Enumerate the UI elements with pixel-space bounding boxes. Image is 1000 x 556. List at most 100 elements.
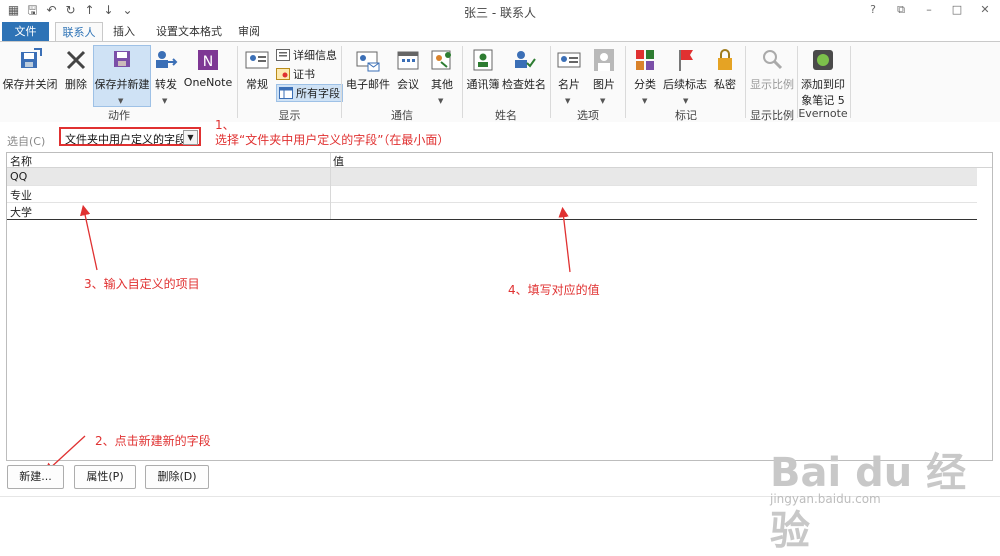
- save-close-label: 保存并关闭: [2, 78, 58, 91]
- more-dropdown-icon[interactable]: ▼: [438, 97, 443, 105]
- check-names-icon: [515, 51, 536, 68]
- group-show-label: 显示: [278, 109, 301, 122]
- meeting-calendar-icon: [397, 51, 419, 70]
- categorize-label: 分类: [634, 78, 656, 91]
- address-book-icon: [473, 49, 493, 71]
- business-card-button[interactable]: 名片: [555, 46, 583, 92]
- address-book-label: 通讯簿: [466, 78, 500, 91]
- evernote-button[interactable]: 添加到印 象笔记 5: [800, 46, 846, 108]
- forward-label: 转发: [155, 78, 177, 91]
- private-button[interactable]: 私密: [710, 46, 740, 92]
- tab-contacts[interactable]: 联系人: [55, 22, 103, 42]
- field-name-cell[interactable]: 专业: [10, 187, 32, 203]
- group-communicate-label: 通信: [391, 109, 413, 122]
- general-button[interactable]: 常规: [242, 46, 272, 92]
- save-close-icon: [21, 48, 42, 68]
- flag-icon: [679, 50, 693, 71]
- follow-up-button[interactable]: 后续标志: [662, 46, 708, 92]
- group-names-label: 姓名: [495, 109, 517, 122]
- save-new-label: 保存并新建: [94, 78, 150, 91]
- column-divider: [330, 153, 331, 220]
- details-icon: [276, 49, 290, 61]
- ribbon-display-button[interactable]: ⧉: [894, 3, 908, 17]
- group-actions-label: 动作: [108, 109, 130, 122]
- picture-button[interactable]: 图片: [589, 46, 619, 92]
- zoom-button[interactable]: 显示比例: [749, 46, 795, 92]
- tab-review[interactable]: 审阅: [234, 22, 264, 41]
- annotation-2: 2、点击新建新的字段: [95, 434, 211, 448]
- evernote-label-1: 添加到印: [801, 78, 845, 91]
- tab-insert[interactable]: 插入: [107, 22, 141, 41]
- tab-format-text[interactable]: 设置文本格式: [149, 22, 229, 41]
- properties-button[interactable]: 属性(P): [74, 465, 136, 489]
- details-button[interactable]: 详细信息: [276, 47, 337, 63]
- more-communicate-icon: [431, 50, 451, 70]
- delete-field-button[interactable]: 删除(D): [145, 465, 209, 489]
- help-button[interactable]: ?: [866, 3, 880, 17]
- onenote-button[interactable]: N OneNote: [183, 46, 233, 89]
- more-label: 其他: [431, 78, 453, 91]
- delete-button[interactable]: 删除: [61, 46, 91, 92]
- check-names-button[interactable]: 检查姓名: [502, 46, 546, 92]
- general-card-icon: [245, 51, 269, 69]
- follow-up-label: 后续标志: [663, 78, 707, 91]
- close-button[interactable]: ✕: [978, 3, 992, 17]
- ribbon-separator: [462, 46, 463, 118]
- minimize-button[interactable]: –: [922, 3, 936, 17]
- business-card-icon: [557, 52, 581, 68]
- lock-icon: [718, 49, 732, 70]
- onenote-icon: N: [198, 50, 218, 70]
- field-set-value: 文件夹中用户定义的字段: [65, 133, 186, 146]
- tab-file[interactable]: 文件: [2, 22, 49, 41]
- maximize-button[interactable]: □: [950, 3, 964, 17]
- table-row[interactable]: QQ: [7, 168, 977, 186]
- picture-dropdown-icon[interactable]: ▼: [600, 97, 605, 105]
- follow-up-dropdown-icon[interactable]: ▼: [683, 97, 688, 105]
- business-card-dropdown-icon[interactable]: ▼: [565, 97, 570, 105]
- more-button[interactable]: 其他: [428, 46, 456, 92]
- chevron-down-icon[interactable]: ▼: [183, 130, 198, 145]
- table-body: QQ 专业 大学: [7, 153, 992, 238]
- check-names-label: 检查姓名: [502, 78, 546, 91]
- group-evernote-label: Evernote: [798, 107, 848, 120]
- column-header-value[interactable]: 值: [333, 153, 344, 169]
- details-label: 详细信息: [293, 49, 337, 62]
- ribbon-separator: [237, 46, 238, 118]
- onenote-label: OneNote: [183, 76, 233, 89]
- save-new-dropdown-icon[interactable]: ▼: [118, 97, 123, 105]
- forward-contact-icon: [156, 51, 178, 68]
- svg-text:N: N: [203, 54, 213, 70]
- group-tags-label: 标记: [675, 109, 697, 122]
- window-controls: ? ⧉ – □ ✕: [866, 3, 992, 17]
- ribbon-tabs: 文件 联系人 插入 设置文本格式 审阅: [0, 22, 1000, 42]
- address-book-button[interactable]: 通讯簿: [466, 46, 500, 92]
- field-name-cell[interactable]: 大学: [10, 204, 32, 220]
- forward-button[interactable]: 转发: [152, 46, 180, 92]
- business-card-label: 名片: [558, 78, 580, 91]
- email-label: 电子邮件: [346, 78, 390, 91]
- categorize-button[interactable]: 分类: [630, 46, 660, 92]
- certificates-button[interactable]: 证书: [276, 66, 315, 82]
- ribbon-separator: [341, 46, 342, 118]
- new-field-button[interactable]: 新建...: [7, 465, 64, 489]
- ribbon: 保存并关闭 删除 保存并新建 ▼ 转发 ▼ N OneNote 动作 常规 详细…: [0, 41, 1000, 123]
- certificates-label: 证书: [293, 68, 315, 81]
- all-fields-button[interactable]: 所有字段: [276, 84, 343, 102]
- forward-dropdown-icon[interactable]: ▼: [162, 97, 167, 105]
- annotation-1-text: 选择“文件夹中用户定义的字段”（在最小面）: [215, 133, 450, 147]
- table-row[interactable]: 大学: [7, 202, 977, 220]
- table-header: 名称 值: [7, 153, 992, 168]
- field-name-cell[interactable]: QQ: [10, 170, 27, 183]
- all-fields-label: 所有字段: [296, 87, 340, 100]
- save-close-button[interactable]: 保存并关闭: [2, 46, 58, 92]
- categorize-icon: [636, 50, 654, 70]
- meeting-button[interactable]: 会议: [394, 46, 422, 92]
- categorize-dropdown-icon[interactable]: ▼: [642, 97, 647, 105]
- picture-label: 图片: [593, 78, 615, 91]
- email-button[interactable]: 电子邮件: [344, 46, 392, 92]
- column-header-name[interactable]: 名称: [10, 153, 32, 169]
- field-set-select[interactable]: 文件夹中用户定义的字段 ▼: [59, 127, 201, 146]
- table-row[interactable]: 专业: [7, 185, 977, 203]
- save-new-icon: [114, 51, 130, 67]
- group-options-label: 选项: [577, 109, 599, 122]
